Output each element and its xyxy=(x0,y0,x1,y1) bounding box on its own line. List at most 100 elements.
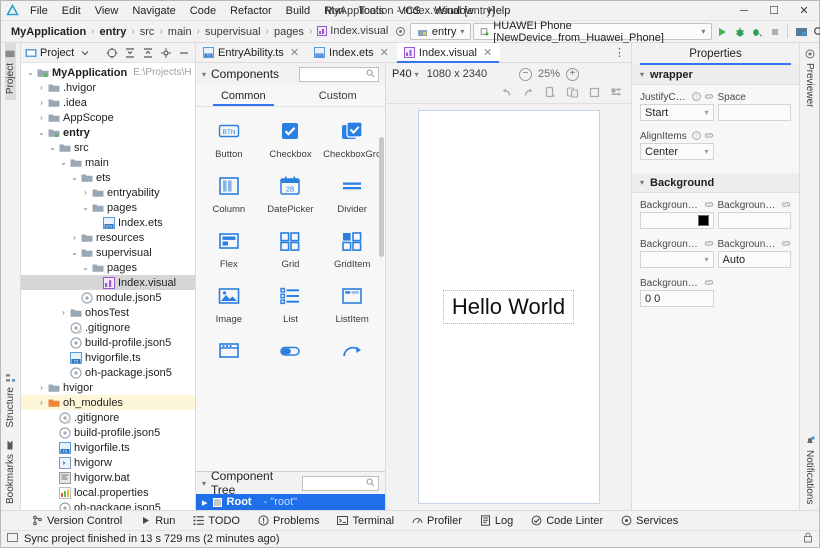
expand-arrow-icon[interactable]: ⌄ xyxy=(69,173,80,182)
tree-item[interactable]: › .hvigor xyxy=(21,80,195,95)
expand-arrow-icon[interactable]: ⌄ xyxy=(80,203,91,212)
tree-item[interactable]: .gitignore xyxy=(21,410,195,425)
zoom-out-button[interactable]: − xyxy=(518,67,532,81)
device-rotate-icon[interactable] xyxy=(542,85,559,101)
lock-icon[interactable] xyxy=(803,532,813,546)
tab-custom[interactable]: Custom xyxy=(291,85,386,106)
tree-item[interactable]: ⌄ src xyxy=(21,140,195,155)
chevron-down-icon[interactable]: ▾ xyxy=(704,108,708,117)
tree-item[interactable]: ⌄ entry xyxy=(21,125,195,140)
property-input-text[interactable] xyxy=(717,212,791,229)
tree-item[interactable]: › hvigor xyxy=(21,380,195,395)
tree-item[interactable]: ETS Index.ets xyxy=(21,215,195,230)
editor-tab-options[interactable]: ⋮ xyxy=(614,43,631,62)
collapse-all-icon[interactable] xyxy=(140,45,155,61)
group-header-background[interactable]: ▾ Background xyxy=(632,173,799,193)
link-icon[interactable] xyxy=(781,200,791,211)
tree-item[interactable]: TS hvigorfile.ts xyxy=(21,440,195,455)
component-item-listitem[interactable]: ListItem xyxy=(321,278,383,333)
menu-file[interactable]: File xyxy=(23,3,55,19)
tool-window-run[interactable]: Run xyxy=(131,515,184,527)
link-icon[interactable] xyxy=(704,92,714,103)
undo-icon[interactable] xyxy=(498,85,515,101)
tree-item[interactable]: Index.visual xyxy=(21,275,195,290)
link-icon[interactable] xyxy=(704,239,714,250)
menu-help[interactable]: Help xyxy=(481,3,518,19)
tab-index-ets[interactable]: ETS Index.ets ✕ xyxy=(307,43,397,62)
close-button[interactable]: ✕ xyxy=(789,1,819,21)
expand-arrow-icon[interactable]: ⌄ xyxy=(69,248,80,257)
property-input-text[interactable]: Auto xyxy=(717,251,791,268)
menu-refactor[interactable]: Refactor xyxy=(223,3,279,19)
expand-arrow-icon[interactable]: ⌄ xyxy=(36,128,47,137)
breadcrumb-item-src[interactable]: src xyxy=(136,25,159,39)
run-icon[interactable] xyxy=(714,23,730,41)
link-icon[interactable] xyxy=(704,200,714,211)
sidebar-tab-notifications[interactable]: Notifications xyxy=(804,430,815,510)
tree-item[interactable]: › oh_modules xyxy=(21,395,195,410)
expand-arrow-icon[interactable]: › xyxy=(36,398,47,407)
tab-common[interactable]: Common xyxy=(196,85,291,106)
property-input-select[interactable]: Center ▾ xyxy=(640,143,714,160)
tool-window-problems[interactable]: Problems xyxy=(249,515,328,527)
scroll-from-source-icon[interactable] xyxy=(104,45,119,61)
settings-small-icon[interactable] xyxy=(392,23,408,41)
tree-item[interactable]: ⌄ MyApplication E:\Projects\HarmonyV xyxy=(21,65,195,80)
tool-window-log[interactable]: Log xyxy=(471,515,522,527)
tree-item[interactable]: ⌄ pages xyxy=(21,200,195,215)
link-icon[interactable] xyxy=(781,239,791,250)
expand-arrow-icon[interactable]: ⌄ xyxy=(47,143,58,152)
profile-icon[interactable] xyxy=(749,23,765,41)
menu-edit[interactable]: Edit xyxy=(55,3,88,19)
panel-options-icon[interactable] xyxy=(158,45,173,61)
group-header-wrapper[interactable]: ▾ wrapper xyxy=(632,65,799,85)
project-tree[interactable]: ⌄ MyApplication E:\Projects\HarmonyV › .hvig… xyxy=(21,63,195,510)
tool-window-version-control[interactable]: Version Control xyxy=(23,515,131,527)
tree-item[interactable]: ⌄ pages xyxy=(21,260,195,275)
component-item-toggle[interactable] xyxy=(260,333,322,377)
tool-window-profiler[interactable]: Profiler xyxy=(403,515,471,527)
property-input-select[interactable]: Start ▾ xyxy=(640,104,714,121)
tree-item[interactable]: ⌄ supervisual xyxy=(21,245,195,260)
tool-window-code-linter[interactable]: Code Linter xyxy=(522,515,612,527)
hide-panel-icon[interactable] xyxy=(176,45,191,61)
expand-arrow-icon[interactable]: › xyxy=(36,383,47,392)
component-item-datepicker[interactable]: 28 DatePicker xyxy=(260,168,322,223)
component-item-progress[interactable] xyxy=(321,333,383,377)
tree-item[interactable]: › AppScope xyxy=(21,110,195,125)
component-item-checkbox[interactable]: Checkbox xyxy=(260,113,322,168)
expand-arrow-icon[interactable]: › xyxy=(69,233,80,242)
close-icon[interactable]: ✕ xyxy=(380,46,389,59)
sidebar-tab-previewer[interactable]: Previewer xyxy=(804,43,815,113)
color-swatch[interactable] xyxy=(697,215,709,226)
tree-item[interactable]: › .idea xyxy=(21,95,195,110)
property-input-text[interactable]: 0 0 xyxy=(640,290,714,307)
tree-item[interactable]: ⌄ ets xyxy=(21,170,195,185)
expand-arrow-icon[interactable]: › xyxy=(36,83,47,92)
tree-item[interactable]: local.properties xyxy=(21,485,195,500)
breadcrumb-item-supervisual[interactable]: supervisual xyxy=(201,25,265,39)
component-item-image[interactable]: Image xyxy=(198,278,260,333)
components-scrollbar[interactable] xyxy=(379,137,384,257)
event-log-icon[interactable] xyxy=(7,532,18,546)
breadcrumb-item-entry[interactable]: entry xyxy=(96,25,131,39)
link-icon[interactable] xyxy=(704,278,714,289)
breadcrumb-item-myapplication[interactable]: MyApplication xyxy=(7,25,90,39)
expand-arrow-icon[interactable]: › xyxy=(58,308,69,317)
expand-arrow-icon[interactable]: ⌄ xyxy=(58,158,69,167)
breadcrumb-item-main[interactable]: main xyxy=(164,25,196,39)
stop-icon[interactable] xyxy=(767,23,783,41)
device-selector[interactable]: HUAWEI Phone [NewDevice_from_Huawei_Phon… xyxy=(473,20,713,44)
hello-world-text[interactable]: Hello World xyxy=(442,290,575,324)
menu-vcs[interactable]: VCS xyxy=(391,3,428,19)
tool-window-services[interactable]: Services xyxy=(612,515,687,527)
property-input-color[interactable] xyxy=(640,212,714,229)
menu-view[interactable]: View xyxy=(88,3,126,19)
module-selector[interactable]: entry ▾ xyxy=(409,23,472,40)
sidebar-tab-project[interactable]: Project xyxy=(5,43,16,101)
tab-entryability-ts[interactable]: TS EntryAbility.ts ✕ xyxy=(196,43,307,62)
tree-item[interactable]: hvigorw.bat xyxy=(21,470,195,485)
component-item-list[interactable]: List xyxy=(260,278,322,333)
menu-run[interactable]: Run xyxy=(317,3,351,19)
menu-tools[interactable]: Tools xyxy=(351,3,391,19)
